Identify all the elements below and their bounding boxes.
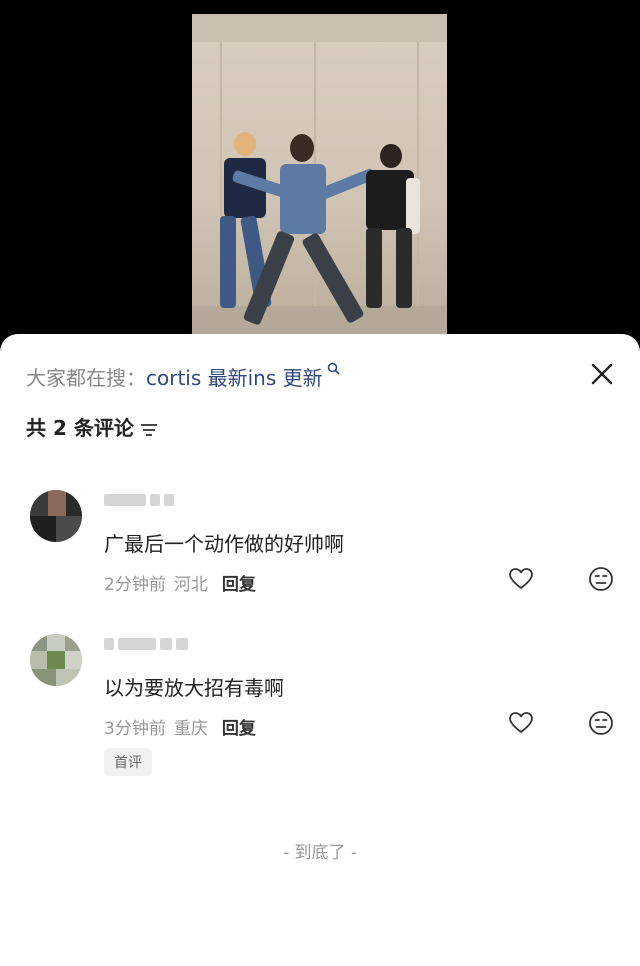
comment-text: 广最后一个动作做的好帅啊 xyxy=(104,532,344,556)
avatar[interactable] xyxy=(30,634,82,686)
video-area[interactable] xyxy=(0,0,640,340)
username-blurred[interactable] xyxy=(104,494,174,508)
comment-meta: 3分钟前 重庆 回复 xyxy=(104,714,256,739)
comment-time: 2分钟前 xyxy=(104,575,166,595)
comment-item: 广最后一个动作做的好帅啊 2分钟前 河北 回复 xyxy=(0,490,640,610)
comment-count: 共 2 条评论 xyxy=(26,416,134,440)
comment-location: 河北 xyxy=(173,575,208,595)
end-of-list-text: - 到底了 - xyxy=(282,843,358,863)
username-blurred[interactable] xyxy=(104,638,188,652)
avatar[interactable] xyxy=(30,490,82,542)
dislike-face-icon[interactable] xyxy=(588,566,614,592)
search-prefix: 大家都在搜： xyxy=(26,366,146,390)
search-suggestion[interactable]: 大家都在搜：cortis 最新ins 更新 xyxy=(26,362,340,391)
search-keyword[interactable]: cortis 最新ins 更新 xyxy=(146,366,323,390)
comment-count-row[interactable]: 共 2 条评论 xyxy=(26,412,158,441)
heart-icon[interactable] xyxy=(508,710,534,736)
heart-icon[interactable] xyxy=(508,566,534,592)
reply-button[interactable]: 回复 xyxy=(222,719,256,739)
video-frame[interactable] xyxy=(192,14,447,336)
video-ceiling xyxy=(192,14,447,42)
comment-item: 以为要放大招有毒啊 3分钟前 重庆 回复 xyxy=(0,634,640,754)
comment-sheet: 大家都在搜：cortis 最新ins 更新 共 2 条评论 广最后一个动作做的好… xyxy=(0,334,640,966)
reply-button[interactable]: 回复 xyxy=(222,575,256,595)
dancer-figure xyxy=(344,144,434,324)
search-icon xyxy=(323,362,340,379)
dislike-face-icon[interactable] xyxy=(588,710,614,736)
sort-icon[interactable] xyxy=(140,419,158,436)
comment-meta: 2分钟前 河北 回复 xyxy=(104,570,256,595)
comment-time: 3分钟前 xyxy=(104,719,166,739)
comment-location: 重庆 xyxy=(173,719,208,739)
close-icon[interactable] xyxy=(586,358,618,390)
comment-text: 以为要放大招有毒啊 xyxy=(104,676,284,700)
first-comment-badge: 首评 xyxy=(104,748,152,776)
